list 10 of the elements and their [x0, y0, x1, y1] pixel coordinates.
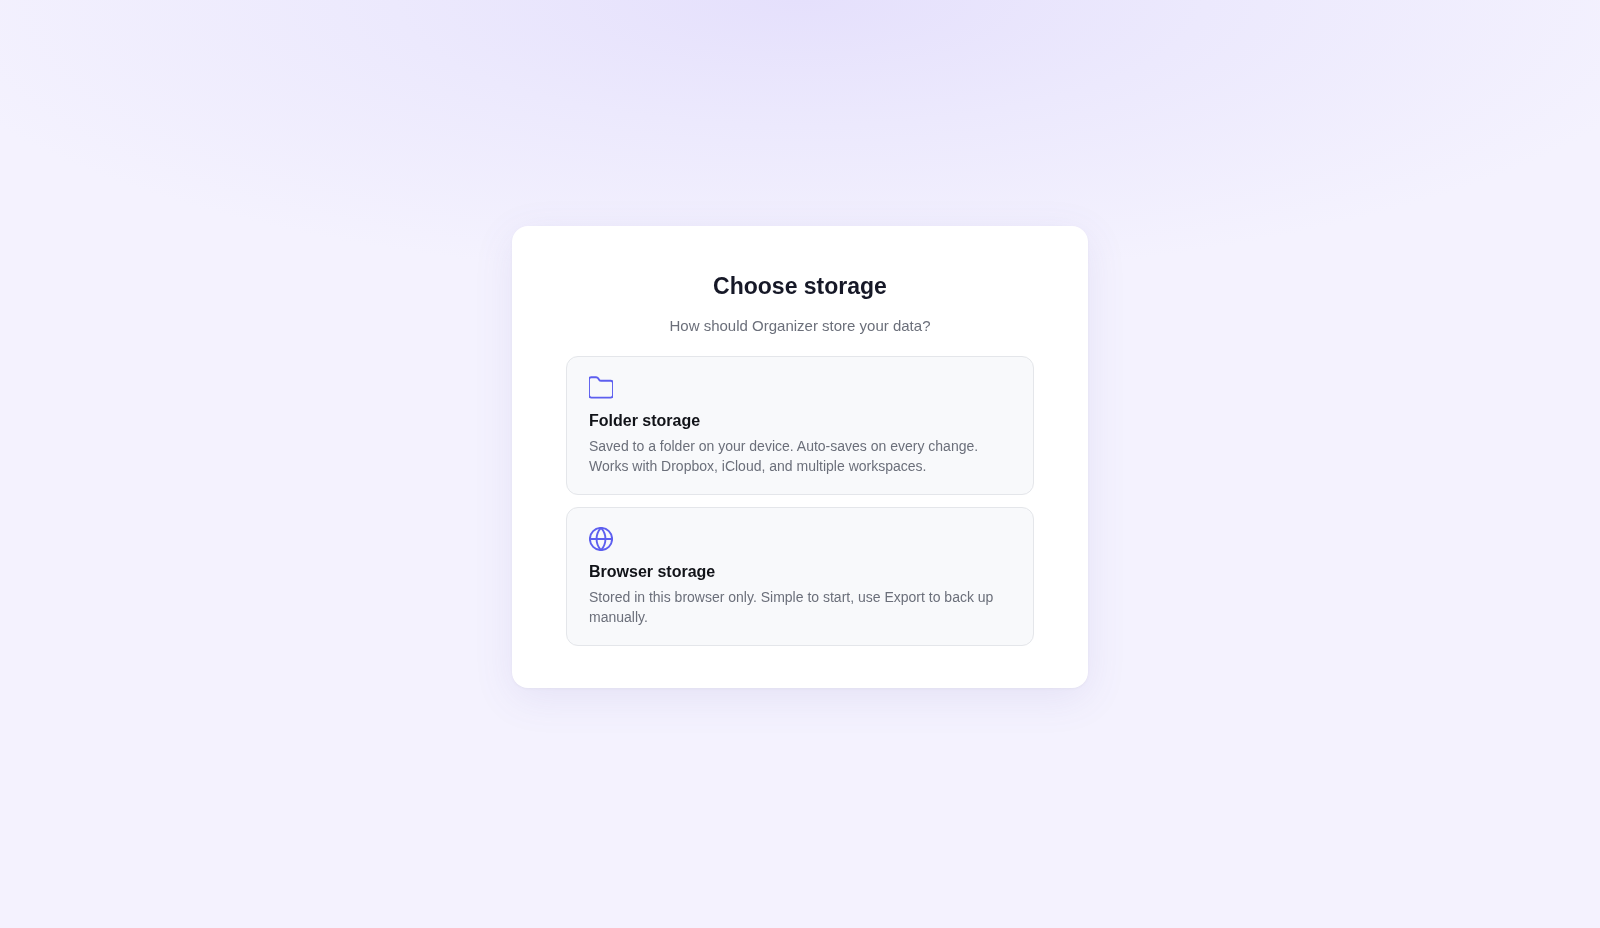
globe-icon	[589, 527, 613, 551]
storage-option[interactable]: Folder storage Saved to a folder on your device. Auto-saves on every change. Works with Dropbox, iCloud, and multiple workspaces.	[566, 356, 1034, 495]
dialog-title: Choose storage	[713, 272, 887, 301]
option-description: Stored in this browser only. Simple to start, use Export to back up manually.	[589, 588, 995, 627]
option-description: Saved to a folder on your device. Auto-saves on every change. Works with Dropbox, iCloud, and multiple workspaces.	[589, 437, 980, 476]
option-title: Folder storage	[589, 411, 701, 431]
option-title: Browser storage	[589, 562, 716, 582]
dialog-subtitle: How should Organizer store your data?	[669, 316, 931, 336]
storage-option[interactable]: Browser storage Stored in this browser only. Simple to start, use Export to back up manually.	[566, 507, 1034, 646]
folder-icon	[589, 376, 613, 400]
